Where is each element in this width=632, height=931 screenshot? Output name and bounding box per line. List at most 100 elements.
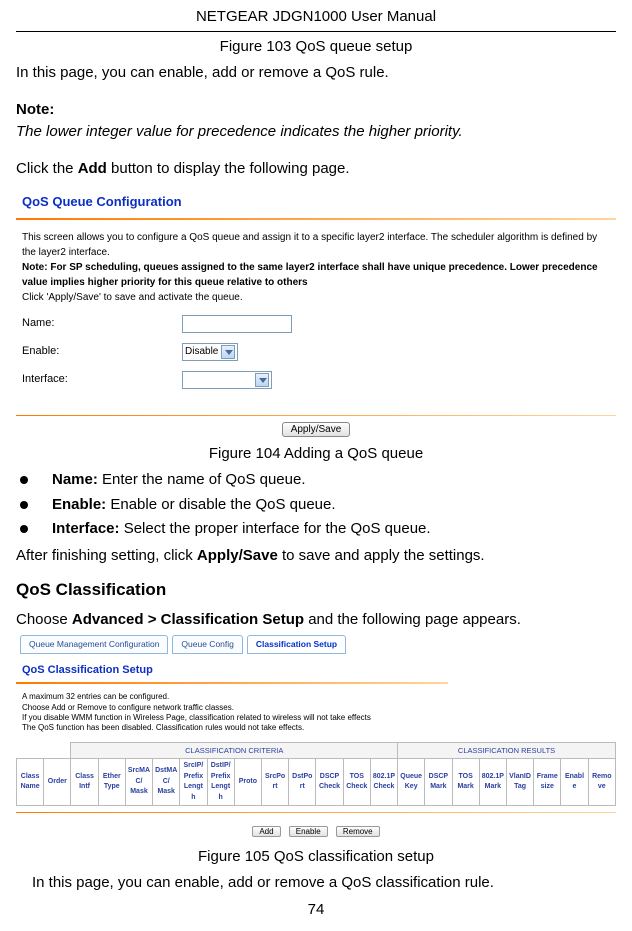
col-15: DSCP Mark [425, 759, 452, 806]
tab-classification-setup[interactable]: Classification Setup [247, 635, 346, 654]
instr-pre: Click the [16, 160, 78, 177]
col-11: DSCP Check [316, 759, 343, 806]
s1-label-interface: Interface: [22, 371, 182, 388]
after-bold: Apply/Save [197, 547, 278, 564]
qos-classification-heading: QoS Classification [16, 577, 616, 603]
enable-button[interactable]: Enable [289, 826, 328, 837]
tab-queue-config[interactable]: Queue Config [172, 635, 242, 654]
last-line: In this page, you can enable, add or rem… [32, 872, 616, 895]
col-18: VlanID Tag [506, 759, 533, 806]
s2-desc1: A maximum 32 entries can be configured. [22, 692, 169, 701]
s1-row-enable: Enable: Disable [22, 343, 610, 361]
after-post: to save and apply the settings. [278, 547, 485, 564]
header-underline [16, 31, 616, 32]
col-13: 802.1P Check [370, 759, 397, 806]
bullet-bold: Enable: [52, 496, 106, 513]
page-header: NETGEAR JDGN1000 User Manual [0, 0, 632, 29]
screenshot-qos-queue-config: QoS Queue Configuration This screen allo… [16, 192, 616, 437]
choose-text: Choose Advanced > Classification Setup a… [16, 609, 616, 632]
col-4: SrcMAC/ Mask [125, 759, 152, 806]
note-label: Note: [16, 99, 616, 122]
chevron-down-icon [255, 373, 269, 387]
add-button[interactable]: Add [252, 826, 280, 837]
apply-save-button[interactable]: Apply/Save [282, 422, 351, 437]
bullet-rest: Enable or disable the QoS queue. [106, 496, 335, 513]
col-21: Remove [588, 759, 615, 806]
screenshot-qos-classification: Queue Management Configuration Queue Con… [16, 635, 616, 842]
s2-desc3: If you disable WMM function in Wireless … [22, 713, 371, 722]
col-17: 802.1P Mark [479, 759, 506, 806]
s2-title: QoS Classification Setup [22, 662, 616, 679]
col-2: Class Intf [71, 759, 98, 806]
remove-button[interactable]: Remove [336, 826, 380, 837]
col-10: DstPort [289, 759, 316, 806]
choose-bold: Advanced > Classification Setup [72, 611, 304, 628]
figure-104-caption: Figure 104 Adding a QoS queue [0, 443, 632, 466]
instr-post: button to display the following page. [107, 160, 350, 177]
col-14: Queue Key [398, 759, 425, 806]
note-text: The lower integer value for precedence i… [16, 121, 616, 144]
instr-bold: Add [78, 160, 107, 177]
bullet-interface: Interface: Select the proper interface f… [48, 518, 584, 541]
enable-select[interactable]: Disable [182, 343, 238, 361]
bullet-text: Enable: Enable or disable the QoS queue. [52, 494, 336, 517]
page-number: 74 [0, 899, 632, 922]
figure-103-caption: Figure 103 QoS queue setup [0, 36, 632, 59]
s1-desc-line1: This screen allows you to configure a Qo… [22, 232, 597, 258]
col-group-criteria: CLASSIFICATION CRITERIA [71, 742, 398, 758]
s1-hr-top [16, 218, 616, 220]
tab-queue-management[interactable]: Queue Management Configuration [20, 635, 168, 654]
s2-desc: A maximum 32 entries can be configured. … [22, 692, 610, 734]
col-20: Enable [561, 759, 588, 806]
bullet-bold: Interface: [52, 520, 120, 537]
s2-desc4: The QoS function has been disabled. Clas… [22, 723, 304, 732]
s2-hr-short [16, 682, 448, 684]
col-7: DstIP/ PrefixLength [207, 759, 234, 806]
after-pre: After finishing setting, click [16, 547, 197, 564]
s1-desc-line3: Click 'Apply/Save' to save and activate … [22, 292, 243, 303]
bullet-rest: Select the proper interface for the QoS … [120, 520, 431, 537]
s1-title: QoS Queue Configuration [22, 192, 616, 212]
col-9: SrcPort [261, 759, 288, 806]
col-group-results: CLASSIFICATION RESULTS [398, 742, 616, 758]
s1-label-enable: Enable: [22, 343, 182, 360]
bullet-bold: Name: [52, 471, 98, 488]
interface-select[interactable] [182, 371, 272, 389]
s2-hr-bottom [16, 812, 616, 813]
bullet-name: Name: Enter the name of QoS queue. [48, 469, 584, 492]
col-12: TOS Check [343, 759, 370, 806]
chevron-down-icon [221, 345, 235, 359]
bullet-text: Name: Enter the name of QoS queue. [52, 469, 306, 492]
bullet-icon [20, 501, 28, 509]
col-1: Order [44, 759, 71, 806]
table-header-row: Class Name Order Class Intf Ether Type S… [17, 759, 616, 806]
after-finishing: After finishing setting, click Apply/Sav… [16, 545, 616, 568]
col-5: DstMAC/ Mask [153, 759, 180, 806]
s1-hr-bottom [16, 415, 616, 416]
s2-tabs: Queue Management Configuration Queue Con… [20, 635, 616, 654]
s1-row-name: Name: [22, 315, 610, 333]
s1-label-name: Name: [22, 315, 182, 332]
choose-pre: Choose [16, 611, 72, 628]
s2-buttons: Add Enable Remove [16, 819, 616, 842]
col-3: Ether Type [98, 759, 125, 806]
choose-post: and the following page appears. [304, 611, 521, 628]
bullet-text: Interface: Select the proper interface f… [52, 518, 431, 541]
bullet-rest: Enter the name of QoS queue. [98, 471, 306, 488]
figure-105-caption: Figure 105 QoS classification setup [0, 846, 632, 869]
enable-select-value: Disable [185, 344, 218, 359]
bullet-icon [20, 525, 28, 533]
s2-desc2: Choose Add or Remove to configure networ… [22, 703, 234, 712]
instruction-add: Click the Add button to display the foll… [16, 158, 616, 181]
col-19: Frame size [534, 759, 561, 806]
s1-desc: This screen allows you to configure a Qo… [22, 230, 610, 305]
bullet-icon [20, 476, 28, 484]
col-6: SrcIP/ PrefixLength [180, 759, 207, 806]
col-8: Proto [234, 759, 261, 806]
intro-line: In this page, you can enable, add or rem… [16, 62, 616, 85]
col-0: Class Name [17, 759, 44, 806]
col-16: TOS Mark [452, 759, 479, 806]
bullets: Name: Enter the name of QoS queue. Enabl… [48, 469, 584, 541]
name-input[interactable] [182, 315, 292, 333]
classification-table: CLASSIFICATION CRITERIA CLASSIFICATION R… [16, 742, 616, 806]
